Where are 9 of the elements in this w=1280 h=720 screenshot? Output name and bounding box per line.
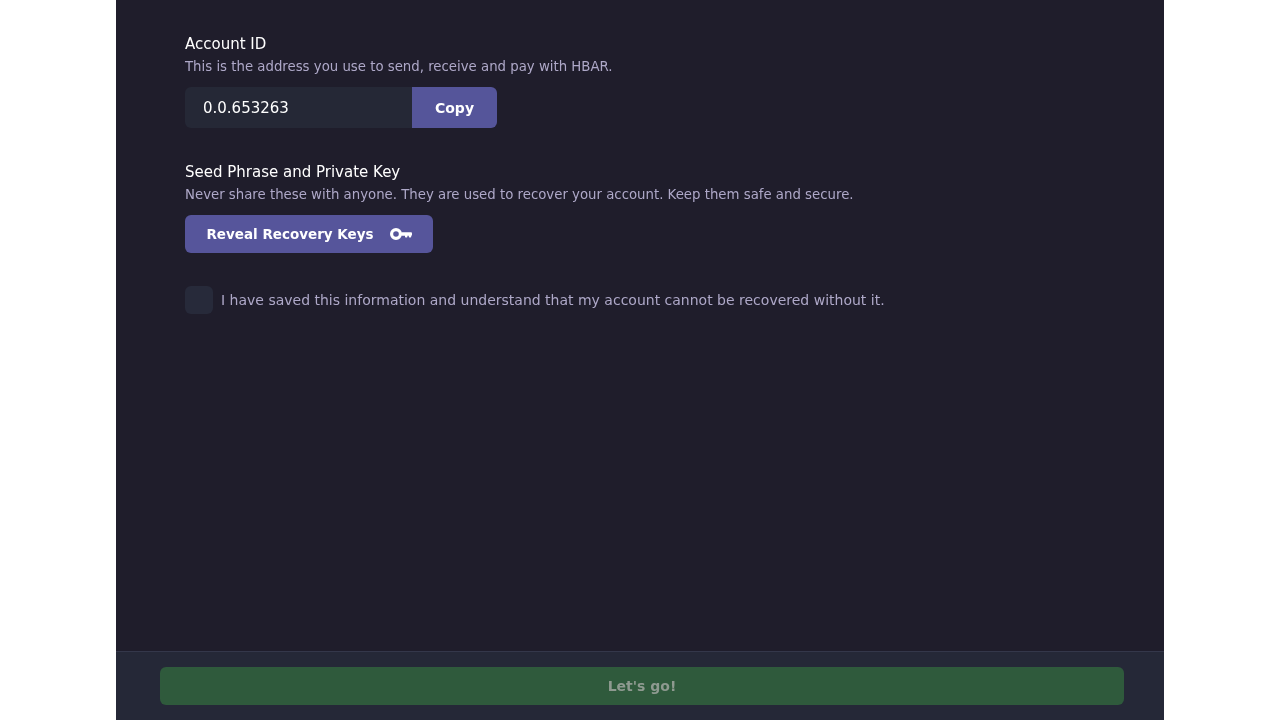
reveal-keys-button[interactable]: Reveal Recovery Keys xyxy=(185,215,433,253)
copy-button[interactable]: Copy xyxy=(412,87,497,128)
section-description: This is the address you use to send, receive and pay with HBAR. xyxy=(185,58,613,76)
section-title: Seed Phrase and Private Key xyxy=(185,162,401,182)
key-icon xyxy=(389,228,412,240)
confirmation-text: I have saved this information and understand that my account cannot be recovered without it. xyxy=(221,292,885,308)
account-id-field[interactable]: 0.0.653263 xyxy=(185,87,412,128)
section-description: Never share these with anyone. They are used to recover your account. Keep them safe and secure. xyxy=(185,186,854,204)
section-title: Account ID xyxy=(185,34,267,54)
